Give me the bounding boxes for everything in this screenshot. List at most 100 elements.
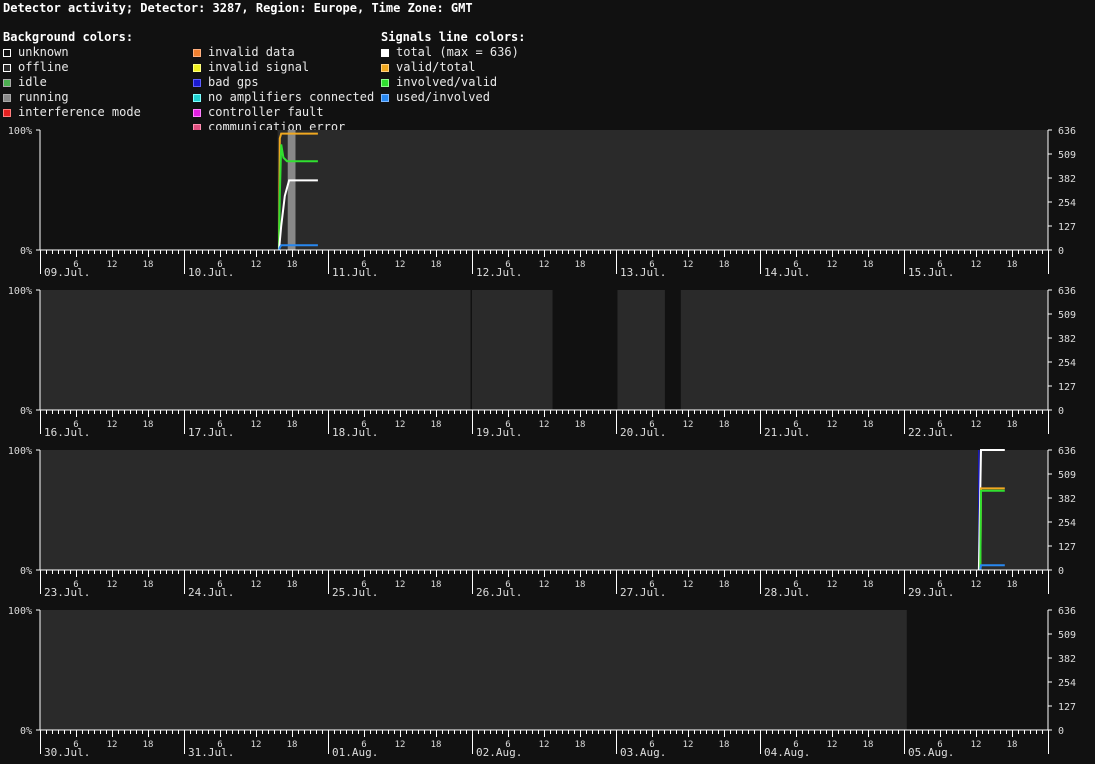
- background-segment: [979, 450, 1048, 570]
- day-label: 17.Jul.: [188, 426, 234, 439]
- left-axis-label: 0%: [20, 406, 32, 417]
- hour-label: 12: [107, 580, 118, 590]
- hour-label: 18: [287, 580, 298, 590]
- hour-label: 18: [431, 260, 442, 270]
- day-label: 13.Jul.: [620, 266, 666, 279]
- hour-label: 12: [395, 260, 406, 270]
- hour-label: 18: [863, 420, 874, 430]
- day-label: 14.Jul.: [764, 266, 810, 279]
- hour-label: 18: [863, 580, 874, 590]
- right-axis-label: 127: [1058, 222, 1076, 233]
- right-axis-label: 254: [1058, 678, 1076, 689]
- hour-label: 12: [971, 740, 982, 750]
- right-axis-label: 254: [1058, 518, 1076, 529]
- hour-label: 18: [1007, 580, 1018, 590]
- left-axis-label: 100%: [8, 606, 32, 617]
- day-label: 22.Jul.: [908, 426, 954, 439]
- hour-label: 18: [719, 580, 730, 590]
- day-label: 26.Jul.: [476, 586, 522, 599]
- background-segment: [617, 290, 665, 410]
- hour-label: 18: [575, 260, 586, 270]
- hour-label: 18: [719, 260, 730, 270]
- day-label: 01.Aug.: [332, 746, 378, 759]
- hour-label: 12: [683, 420, 694, 430]
- hour-label: 12: [827, 420, 838, 430]
- right-axis-label: 636: [1058, 446, 1076, 457]
- hour-label: 12: [683, 580, 694, 590]
- background-segment: [472, 290, 553, 410]
- left-axis-label: 0%: [20, 726, 32, 737]
- day-label: 19.Jul.: [476, 426, 522, 439]
- hour-label: 12: [539, 260, 550, 270]
- day-label: 16.Jul.: [44, 426, 90, 439]
- hour-label: 18: [1007, 260, 1018, 270]
- hour-label: 18: [575, 740, 586, 750]
- hour-label: 18: [431, 420, 442, 430]
- right-axis-label: 382: [1058, 334, 1076, 345]
- day-label: 09.Jul.: [44, 266, 90, 279]
- hour-label: 12: [395, 420, 406, 430]
- hour-label: 12: [107, 420, 118, 430]
- hour-label: 18: [287, 740, 298, 750]
- hour-label: 12: [251, 740, 262, 750]
- hour-label: 18: [1007, 740, 1018, 750]
- chart-panel: 100%0%63650938225412706 12 1809.Jul.6 12 181…: [8, 126, 1076, 279]
- day-label: 05.Aug.: [908, 746, 954, 759]
- hour-label: 12: [683, 260, 694, 270]
- chart-panel: 100%0%63650938225412706 12 1816.Jul.6 12 181…: [8, 286, 1076, 439]
- day-label: 12.Jul.: [476, 266, 522, 279]
- hour-label: 18: [143, 580, 154, 590]
- hour-label: 12: [539, 420, 550, 430]
- hour-label: 12: [395, 580, 406, 590]
- hour-label: 18: [719, 420, 730, 430]
- right-axis-label: 0: [1058, 726, 1064, 737]
- right-axis-label: 509: [1058, 310, 1076, 321]
- right-axis-label: 0: [1058, 246, 1064, 257]
- right-axis-label: 0: [1058, 406, 1064, 417]
- day-label: 15.Jul.: [908, 266, 954, 279]
- hour-label: 18: [143, 740, 154, 750]
- background-segment: [40, 130, 278, 250]
- background-segment: [40, 450, 979, 570]
- right-axis-label: 636: [1058, 126, 1076, 137]
- hour-label: 18: [143, 260, 154, 270]
- hour-label: 18: [431, 740, 442, 750]
- activity-charts: 100%0%63650938225412706 12 1809.Jul.6 12 181…: [8, 126, 1076, 759]
- hour-label: 12: [971, 580, 982, 590]
- hour-label: 12: [251, 420, 262, 430]
- right-axis-label: 509: [1058, 470, 1076, 481]
- day-label: 02.Aug.: [476, 746, 522, 759]
- right-axis-label: 636: [1058, 606, 1076, 617]
- day-label: 24.Jul.: [188, 586, 234, 599]
- hour-label: 12: [107, 260, 118, 270]
- day-label: 11.Jul.: [332, 266, 378, 279]
- day-label: 18.Jul.: [332, 426, 378, 439]
- right-axis-label: 0: [1058, 566, 1064, 577]
- left-axis-label: 100%: [8, 446, 32, 457]
- day-label: 29.Jul.: [908, 586, 954, 599]
- day-label: 21.Jul.: [764, 426, 810, 439]
- day-label: 28.Jul.: [764, 586, 810, 599]
- day-label: 30.Jul.: [44, 746, 90, 759]
- hour-label: 18: [143, 420, 154, 430]
- day-label: 31.Jul.: [188, 746, 234, 759]
- left-axis-label: 100%: [8, 286, 32, 297]
- left-axis-label: 100%: [8, 126, 32, 137]
- hour-label: 12: [251, 580, 262, 590]
- hour-label: 18: [575, 580, 586, 590]
- right-axis-label: 509: [1058, 150, 1076, 161]
- chart-panel: 100%0%63650938225412706 12 1823.Jul.6 12 182…: [8, 446, 1076, 599]
- background-segment: [664, 290, 681, 410]
- hour-label: 12: [971, 260, 982, 270]
- right-axis-label: 127: [1058, 702, 1076, 713]
- right-axis-label: 127: [1058, 542, 1076, 553]
- day-label: 10.Jul.: [188, 266, 234, 279]
- background-segment: [906, 610, 1048, 730]
- hour-label: 18: [863, 260, 874, 270]
- hour-label: 12: [827, 740, 838, 750]
- hour-label: 18: [1007, 420, 1018, 430]
- day-label: 23.Jul.: [44, 586, 90, 599]
- left-axis-label: 0%: [20, 566, 32, 577]
- hour-label: 12: [251, 260, 262, 270]
- day-label: 03.Aug.: [620, 746, 666, 759]
